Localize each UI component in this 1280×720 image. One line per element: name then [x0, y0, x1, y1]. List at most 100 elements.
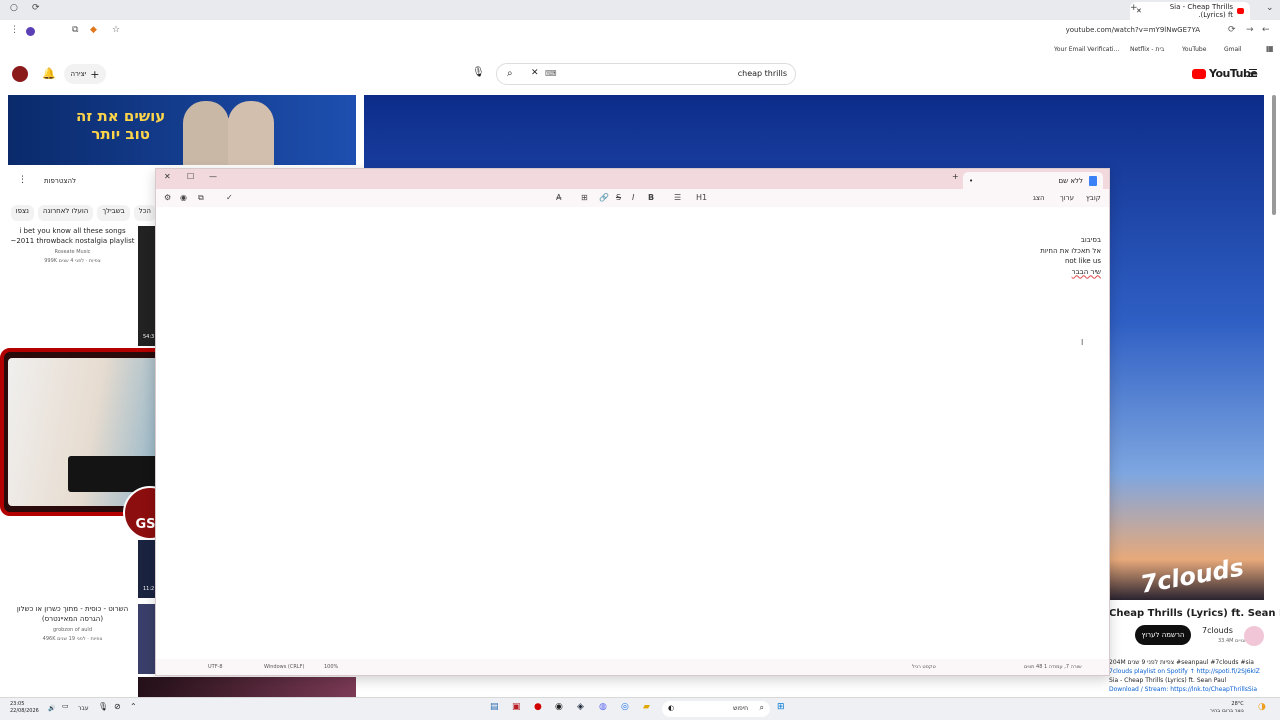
notepad-content[interactable]: בסיבוב אל תאכלו את החיות not like us שיר… [1040, 235, 1101, 277]
notepad-tab[interactable]: ללא שם • [963, 172, 1103, 189]
ad-more-icon[interactable]: ⋮ [18, 175, 27, 185]
clear-search-icon[interactable]: ✕ [531, 68, 539, 78]
copilot-icon[interactable]: ◉ [180, 193, 187, 202]
tab-search-icon[interactable]: ⌄ [1266, 3, 1274, 13]
bookmark-netflix[interactable]: Netflix - בית [1130, 46, 1164, 53]
tray-display-icon[interactable]: ▭ [62, 702, 69, 710]
forward-icon[interactable]: ← [1262, 25, 1270, 35]
taskbar-clock[interactable]: 23:05 22/08/2026 [10, 701, 39, 715]
profile-icon[interactable] [26, 27, 35, 36]
spellcheck-icon[interactable]: ✓ [226, 193, 233, 202]
tray-language[interactable]: עבר [78, 705, 89, 712]
chip-watched[interactable]: נצפו [10, 205, 34, 221]
side-video-3-thumbnail[interactable] [138, 604, 156, 674]
strikethrough-icon[interactable]: S [616, 193, 621, 202]
table-icon[interactable]: ⊞ [581, 193, 588, 202]
metamask-icon[interactable]: ◆ [90, 25, 97, 35]
ad-join-button[interactable]: להצטרפות [44, 177, 76, 185]
bookmark-youtube[interactable]: YouTube [1182, 46, 1206, 53]
taskbar-steam-icon[interactable]: ◈ [577, 702, 584, 712]
notifications-bell-icon[interactable]: 🔔 [42, 67, 56, 80]
side-video-2-title[interactable]: השרוט - כוסית - מתוך כשרון או כשלון (הגר… [10, 604, 135, 624]
chip-recent[interactable]: הועלו לאחרונה [37, 205, 94, 221]
bookmark-star-icon[interactable]: ☆ [112, 25, 120, 35]
chip-all[interactable]: הכל [133, 205, 156, 221]
tray-volume-icon[interactable]: 🔊 [48, 705, 55, 712]
bottom-video-thumbnail[interactable] [138, 677, 356, 697]
italic-icon[interactable]: I [632, 193, 634, 202]
refresh-icon[interactable]: ⟳ [1228, 25, 1236, 35]
bookmark-email[interactable]: Your Email Verificati... [1054, 46, 1119, 53]
hamburger-menu-icon[interactable]: ☰ [1248, 67, 1258, 80]
tray-overflow-icon[interactable]: ⌃ [130, 702, 137, 711]
search-input[interactable]: cheap thrills [738, 69, 787, 78]
taskbar-notepad-icon[interactable]: ▤ [490, 702, 499, 712]
reload-tab-icon[interactable]: ⟳ [32, 3, 40, 13]
channel-name[interactable]: 7clouds [1202, 626, 1233, 635]
maximize-window-icon[interactable]: ☐ [187, 172, 194, 181]
taskbar-chrome-icon[interactable]: ◎ [621, 702, 629, 712]
extensions-icon[interactable]: ⧉ [72, 25, 78, 35]
channel-avatar[interactable] [1244, 626, 1264, 646]
taskbar-record-icon[interactable]: ● [534, 702, 542, 712]
settings-gear-icon[interactable]: ⚙ [164, 193, 171, 202]
close-window-icon[interactable]: ✕ [164, 172, 171, 181]
new-tab-icon[interactable]: + [1130, 3, 1138, 13]
notepad-status-bar: UTF-8 Windows (CRLF) 100% טקסט רגיל שורה… [156, 659, 1109, 675]
voice-search-icon[interactable]: 🎙 [472, 67, 485, 78]
tray-mic-icon[interactable]: 🎙 [98, 702, 108, 711]
menu-file[interactable]: קובץ [1086, 194, 1101, 202]
description-line-4[interactable]: Download / Stream: https://lnk.to/CheapT… [1109, 685, 1271, 694]
search-box[interactable]: ⌕ ✕ ⌨ cheap thrills [496, 63, 796, 85]
side-video-2-channel[interactable]: grobzon of auld [10, 627, 135, 633]
heading-tool[interactable]: H1 [696, 193, 707, 202]
menu-edit[interactable]: ערוך [1060, 194, 1074, 202]
side-video-1-channel[interactable]: Roseate Music [10, 249, 135, 255]
unsaved-dot-icon[interactable]: • [969, 177, 973, 185]
video-description[interactable]: 204M צפיות לפני 9 שנים #seanpaul #7cloud… [1109, 658, 1271, 694]
taskbar-app-dark-icon[interactable]: ◉ [555, 702, 563, 712]
status-format[interactable]: טקסט רגיל [912, 664, 936, 670]
create-label: יצירה [70, 70, 87, 78]
page-scrollbar[interactable] [1272, 95, 1276, 215]
browser-tab-youtube[interactable]: Sia - Cheap Thrills (Lyrics) ft. ✕ [1130, 2, 1250, 20]
status-line-ending[interactable]: Windows (CRLF) [264, 664, 304, 670]
subscribe-button[interactable]: הרשמה לערוץ [1135, 625, 1191, 645]
minimize-window-icon[interactable]: — [209, 172, 217, 181]
apps-grid-icon[interactable]: ▦ [1266, 44, 1274, 53]
bookmark-gmail[interactable]: Gmail [1224, 46, 1242, 53]
list-icon[interactable]: ☰ [674, 193, 681, 202]
link-icon[interactable]: 🔗 [599, 193, 609, 202]
taskbar-folder-icon[interactable]: ▰ [643, 702, 650, 712]
side-video-1-thumbnail[interactable]: 54:3 [138, 226, 156, 346]
ad-banner[interactable]: עושים את זה טוב יותר [8, 95, 356, 165]
chip-for-you[interactable]: בשבילך [97, 205, 130, 221]
window-menu-icon[interactable]: ○ [10, 3, 18, 13]
url-text[interactable]: youtube.com/watch?v=mY9lNwGE7YA [1066, 26, 1200, 34]
keyboard-icon[interactable]: ⌨ [545, 69, 557, 78]
tab-history-icon[interactable]: ⧉ [198, 193, 204, 203]
bold-icon[interactable]: B [648, 193, 654, 202]
new-tab-plus-icon[interactable]: + [952, 172, 959, 181]
taskbar-discord-icon[interactable]: ◍ [599, 702, 607, 712]
more-menu-icon[interactable]: ⋮ [10, 25, 19, 35]
status-zoom[interactable]: 100% [324, 664, 338, 670]
status-encoding[interactable]: UTF-8 [208, 664, 223, 670]
search-icon[interactable]: ⌕ [507, 68, 513, 79]
side-video-2-thumbnail[interactable]: 11:2 [138, 540, 156, 598]
back-icon[interactable]: → [1246, 25, 1254, 35]
clock-time: 23:05 [10, 701, 25, 707]
start-button-icon[interactable]: ⊞ [777, 702, 785, 712]
menu-view[interactable]: הצג [1033, 194, 1045, 202]
editor-line-2: אל תאכלו את החיות [1040, 246, 1101, 255]
taskbar-app-red-icon[interactable]: ▣ [512, 702, 521, 712]
notepad-text-area[interactable]: בסיבוב אל תאכלו את החיות not like us שיר… [156, 207, 1109, 659]
tray-network-icon[interactable]: ⊘ [114, 702, 121, 711]
taskbar-weather[interactable]: 28°C נוצר ברובו בהיר [1210, 701, 1244, 715]
description-line-2[interactable]: 7clouds playlist on Spotify ↑ http://spo… [1109, 667, 1271, 676]
side-video-1-title[interactable]: i bet you know all these songs ~2011 thr… [10, 226, 135, 246]
create-button[interactable]: יצירה + [64, 64, 106, 84]
clear-format-icon[interactable]: A̶ [556, 193, 561, 202]
taskbar-search-box[interactable]: ◐ חיפוש ⌕ [662, 701, 770, 717]
account-avatar[interactable] [12, 66, 28, 82]
